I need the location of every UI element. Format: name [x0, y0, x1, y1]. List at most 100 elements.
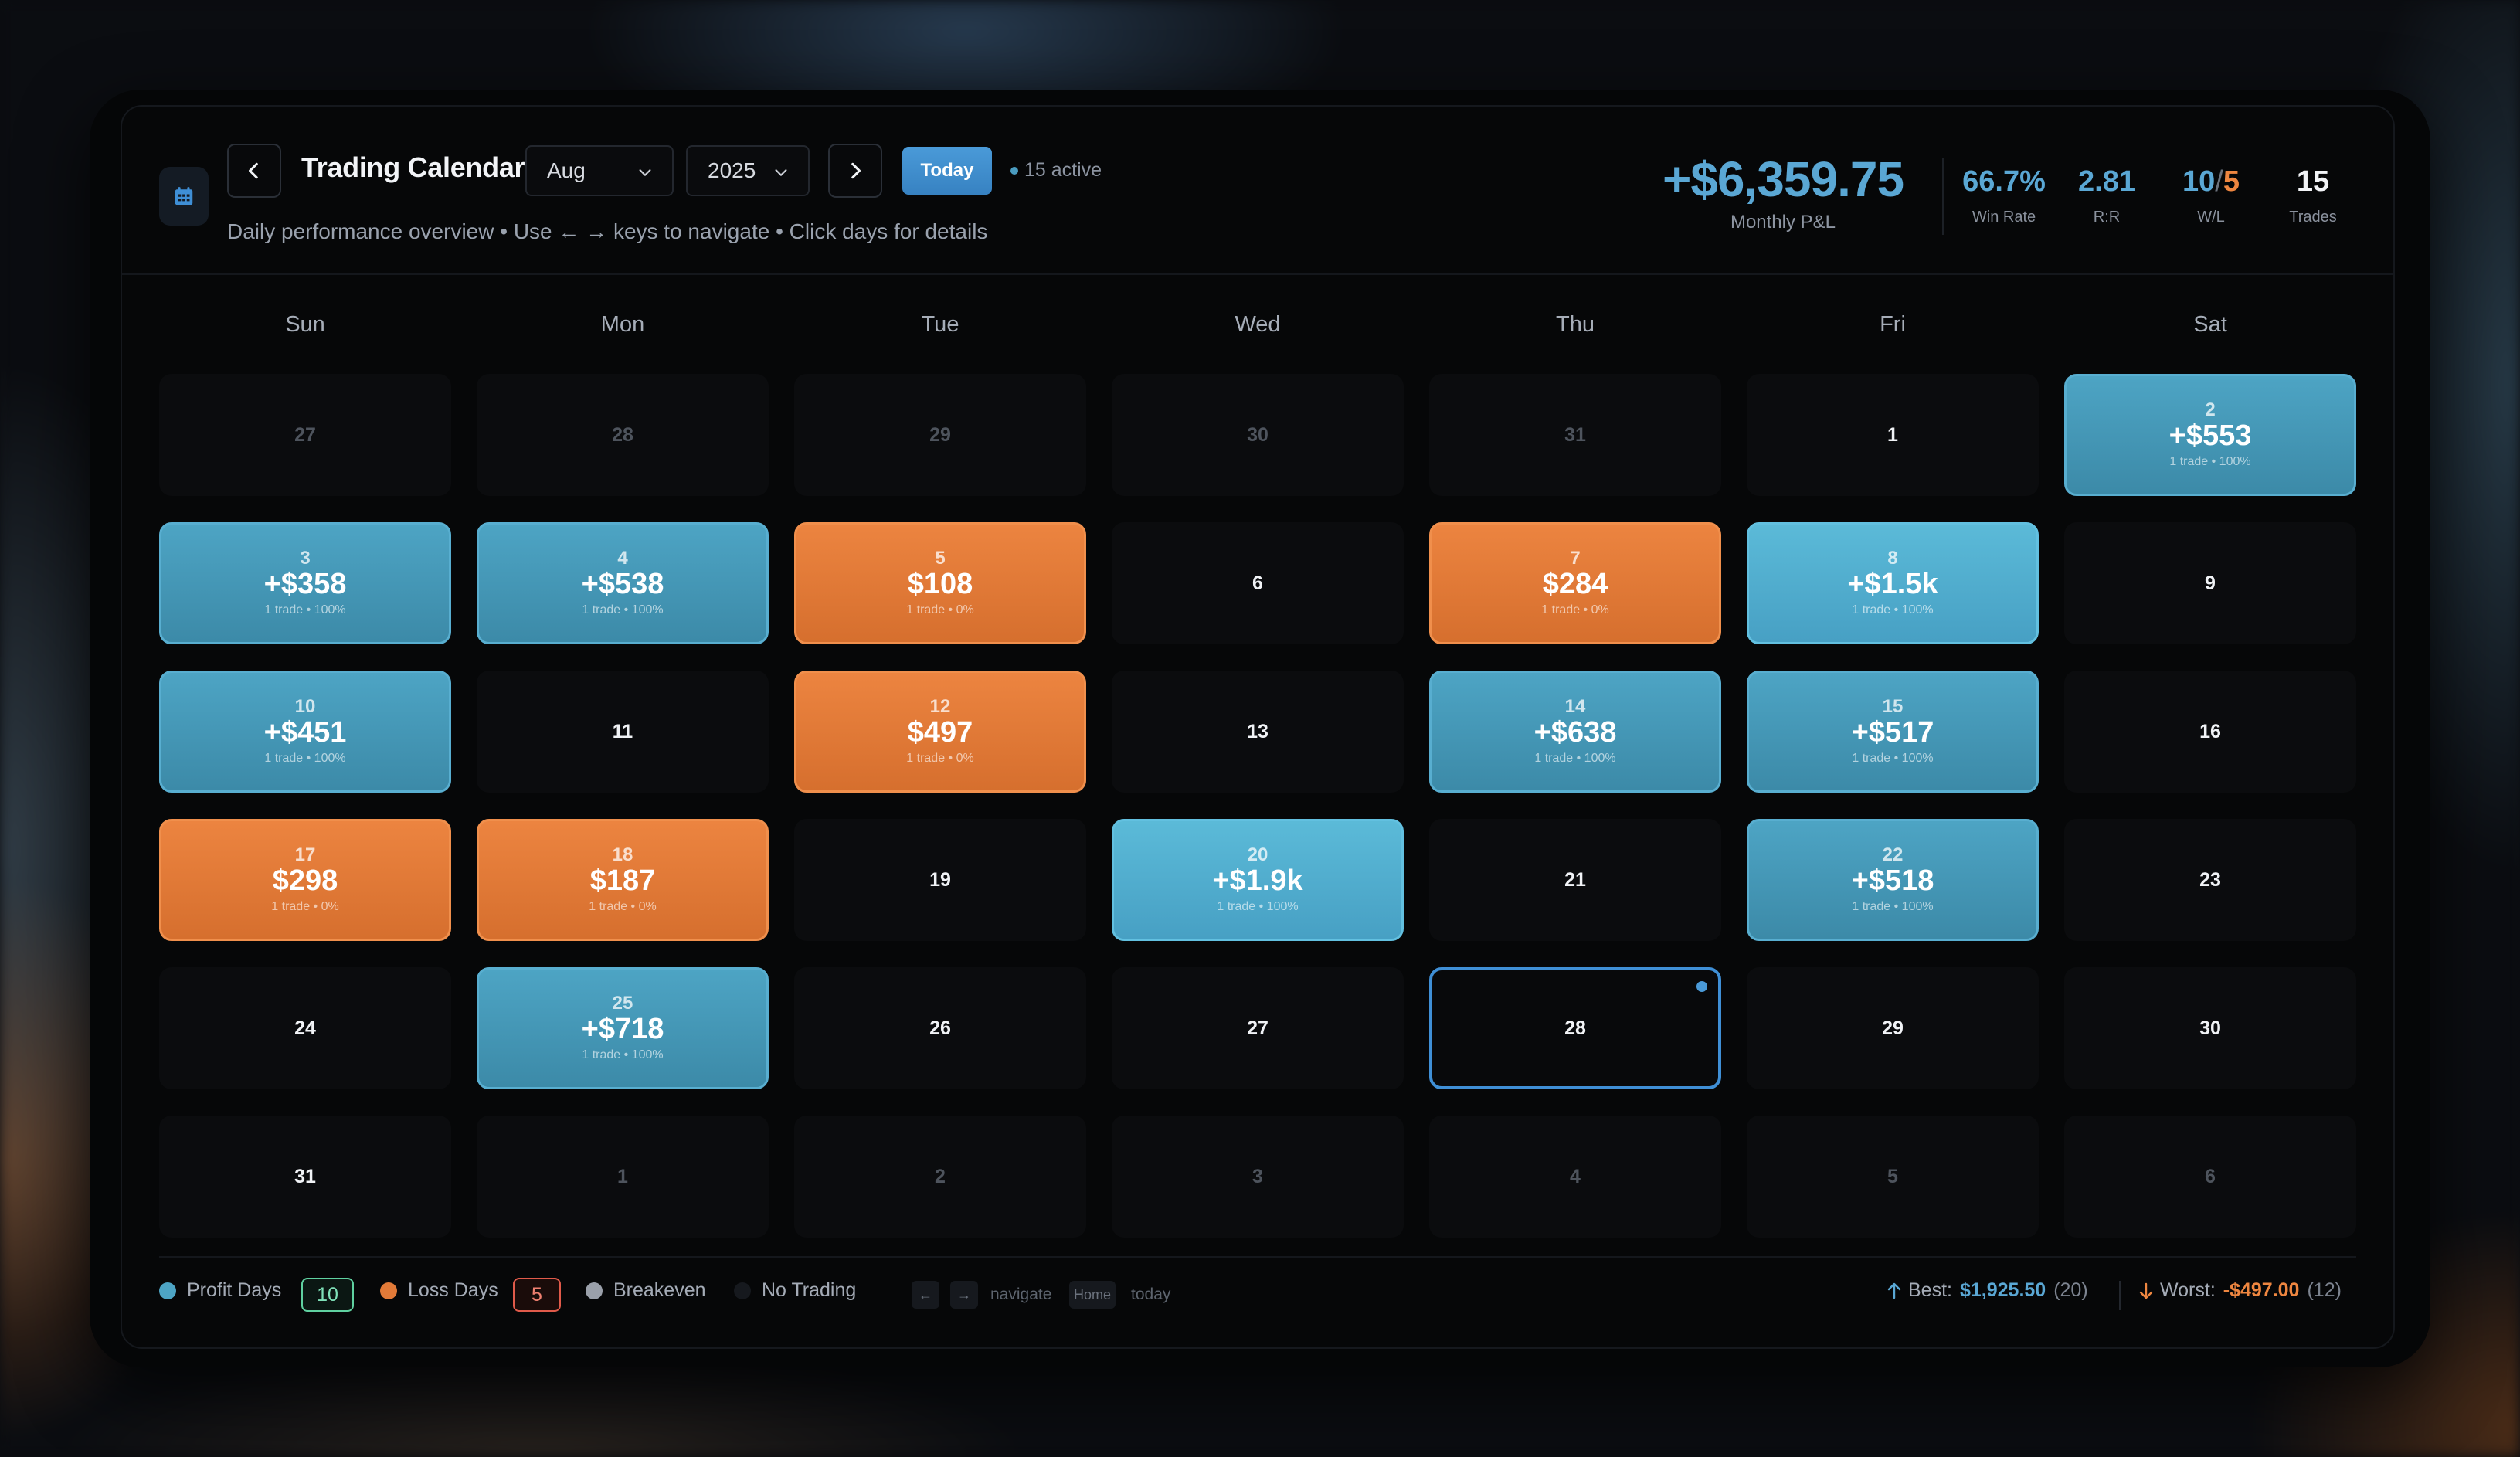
day-number: 18 — [612, 844, 633, 866]
day-number: 24 — [294, 1017, 316, 1039]
day-trade-summary: 1 trade • 0% — [906, 751, 974, 765]
day-pnl-amount: $284 — [1542, 568, 1608, 601]
losses-value: 5 — [2223, 165, 2240, 198]
wins-value: 10 — [2182, 165, 2216, 198]
day-cell-outside-month[interactable]: 6 — [2064, 1116, 2356, 1238]
day-trade-summary: 1 trade • 100% — [264, 603, 346, 616]
day-number: 10 — [294, 696, 316, 718]
day-cell[interactable]: 1 — [1747, 374, 2039, 496]
day-cell-outside-month[interactable]: 27 — [159, 374, 451, 496]
day-cell-loss[interactable]: 5 $108 1 trade • 0% — [794, 522, 1086, 644]
day-pnl-amount: +$358 — [263, 568, 347, 601]
day-cell-outside-month[interactable]: 5 — [1747, 1116, 2039, 1238]
day-cell-profit[interactable]: 22 +$518 1 trade • 100% — [1747, 819, 2039, 941]
day-cell[interactable]: 16 — [2064, 671, 2356, 793]
day-cell[interactable]: 24 — [159, 967, 451, 1089]
best-day: Best: $1,925.50 (20) — [1885, 1279, 2088, 1302]
page-subtitle: Daily performance overview • Use ← → key… — [227, 219, 988, 243]
day-number: 29 — [1882, 1017, 1904, 1039]
day-cell[interactable]: 23 — [2064, 819, 2356, 941]
day-cell[interactable]: 27 — [1112, 967, 1404, 1089]
day-cell-profit[interactable]: 4 +$538 1 trade • 100% — [477, 522, 769, 644]
loss-count-badge: 5 — [513, 1278, 561, 1312]
day-cell-profit[interactable]: 2 +$553 1 trade • 100% — [2064, 374, 2356, 496]
day-pnl-amount: $497 — [907, 716, 973, 749]
day-cell[interactable]: 26 — [794, 967, 1086, 1089]
day-cell-profit[interactable]: 10 +$451 1 trade • 100% — [159, 671, 451, 793]
day-number: 5 — [935, 548, 946, 569]
day-trade-summary: 1 trade • 100% — [264, 751, 346, 765]
day-trade-summary: 1 trade • 0% — [1541, 603, 1609, 616]
rr-stat: 2.81 R:R — [2060, 167, 2153, 226]
day-cell-loss[interactable]: 12 $497 1 trade • 0% — [794, 671, 1086, 793]
day-trade-summary: 1 trade • 100% — [1852, 751, 1934, 765]
wl-separator: / — [2215, 165, 2223, 198]
day-cell-loss[interactable]: 17 $298 1 trade • 0% — [159, 819, 451, 941]
day-cell-outside-month[interactable]: 3 — [1112, 1116, 1404, 1238]
day-trade-summary: 1 trade • 0% — [906, 603, 974, 616]
legend-loss: Loss Days — [380, 1279, 498, 1302]
prev-month-button[interactable] — [227, 144, 281, 198]
today-button[interactable]: Today — [902, 147, 992, 195]
day-cell-loss[interactable]: 18 $187 1 trade • 0% — [477, 819, 769, 941]
day-trade-summary: 1 trade • 100% — [2169, 454, 2251, 468]
day-number: 26 — [929, 1017, 951, 1039]
breakeven-label: Breakeven — [613, 1279, 706, 1301]
year-select[interactable]: 2025 — [686, 145, 810, 196]
chevron-left-icon — [249, 162, 258, 179]
day-cell[interactable]: 6 — [1112, 522, 1404, 644]
day-cell-profit[interactable]: 8 +$1.5k 1 trade • 100% — [1747, 522, 2039, 644]
day-cell[interactable]: 9 — [2064, 522, 2356, 644]
wl-label: W/L — [2197, 209, 2225, 226]
day-cell-outside-month[interactable]: 2 — [794, 1116, 1086, 1238]
no-trading-label: No Trading — [762, 1279, 857, 1301]
day-number: 31 — [1564, 423, 1586, 446]
day-cell[interactable]: 13 — [1112, 671, 1404, 793]
day-pnl-amount: $108 — [907, 568, 973, 601]
day-cell-profit[interactable]: 25 +$718 1 trade • 100% — [477, 967, 769, 1089]
day-cell-profit[interactable]: 3 +$358 1 trade • 100% — [159, 522, 451, 644]
day-cell-loss[interactable]: 7 $284 1 trade • 0% — [1429, 522, 1721, 644]
next-month-button[interactable] — [828, 144, 882, 198]
day-cell[interactable]: 19 — [794, 819, 1086, 941]
profit-days-label: Profit Days — [187, 1279, 282, 1301]
day-cell-outside-month[interactable]: 30 — [1112, 374, 1404, 496]
day-cell-outside-month[interactable]: 4 — [1429, 1116, 1721, 1238]
wl-stat: 10/5 W/L — [2165, 167, 2257, 226]
year-select-value: 2025 — [708, 158, 756, 182]
day-cell-today[interactable]: 28 — [1429, 967, 1721, 1089]
trades-label: Trades — [2289, 209, 2337, 226]
day-cell[interactable]: 31 — [159, 1116, 451, 1238]
day-number: 17 — [294, 844, 316, 866]
footer-divider — [159, 1256, 2356, 1258]
day-cell-outside-month[interactable]: 29 — [794, 374, 1086, 496]
day-cell[interactable]: 30 — [2064, 967, 2356, 1089]
day-number: 30 — [2199, 1017, 2221, 1039]
chevron-down-icon — [639, 169, 651, 176]
day-cell-outside-month[interactable]: 28 — [477, 374, 769, 496]
key-right: → — [950, 1281, 978, 1309]
day-number: 6 — [1252, 572, 1263, 594]
day-cell-outside-month[interactable]: 31 — [1429, 374, 1721, 496]
day-cell-profit[interactable]: 20 +$1.9k 1 trade • 100% — [1112, 819, 1404, 941]
day-cell-profit[interactable]: 14 +$638 1 trade • 100% — [1429, 671, 1721, 793]
day-pnl-amount: +$538 — [581, 568, 664, 601]
day-pnl-amount: $187 — [589, 864, 656, 898]
active-status-text: 15 active — [1024, 159, 1102, 181]
day-number: 23 — [2199, 868, 2221, 891]
day-cell[interactable]: 21 — [1429, 819, 1721, 941]
win-rate-value: 66.7% — [1962, 165, 2046, 198]
month-select[interactable]: Aug — [525, 145, 674, 196]
breakeven-dot — [586, 1282, 603, 1299]
legend-profit: Profit Days — [159, 1279, 281, 1302]
day-trade-summary: 1 trade • 100% — [1852, 899, 1934, 913]
worst-day: Worst: -$497.00 (12) — [2137, 1279, 2342, 1302]
day-cell-outside-month[interactable]: 1 — [477, 1116, 769, 1238]
month-select-value: Aug — [547, 158, 586, 182]
day-cell[interactable]: 11 — [477, 671, 769, 793]
stats-divider — [1942, 158, 1944, 235]
day-cell-profit[interactable]: 15 +$517 1 trade • 100% — [1747, 671, 2039, 793]
day-number: 11 — [612, 720, 633, 742]
day-cell[interactable]: 29 — [1747, 967, 2039, 1089]
day-pnl-amount: +$451 — [263, 716, 347, 749]
